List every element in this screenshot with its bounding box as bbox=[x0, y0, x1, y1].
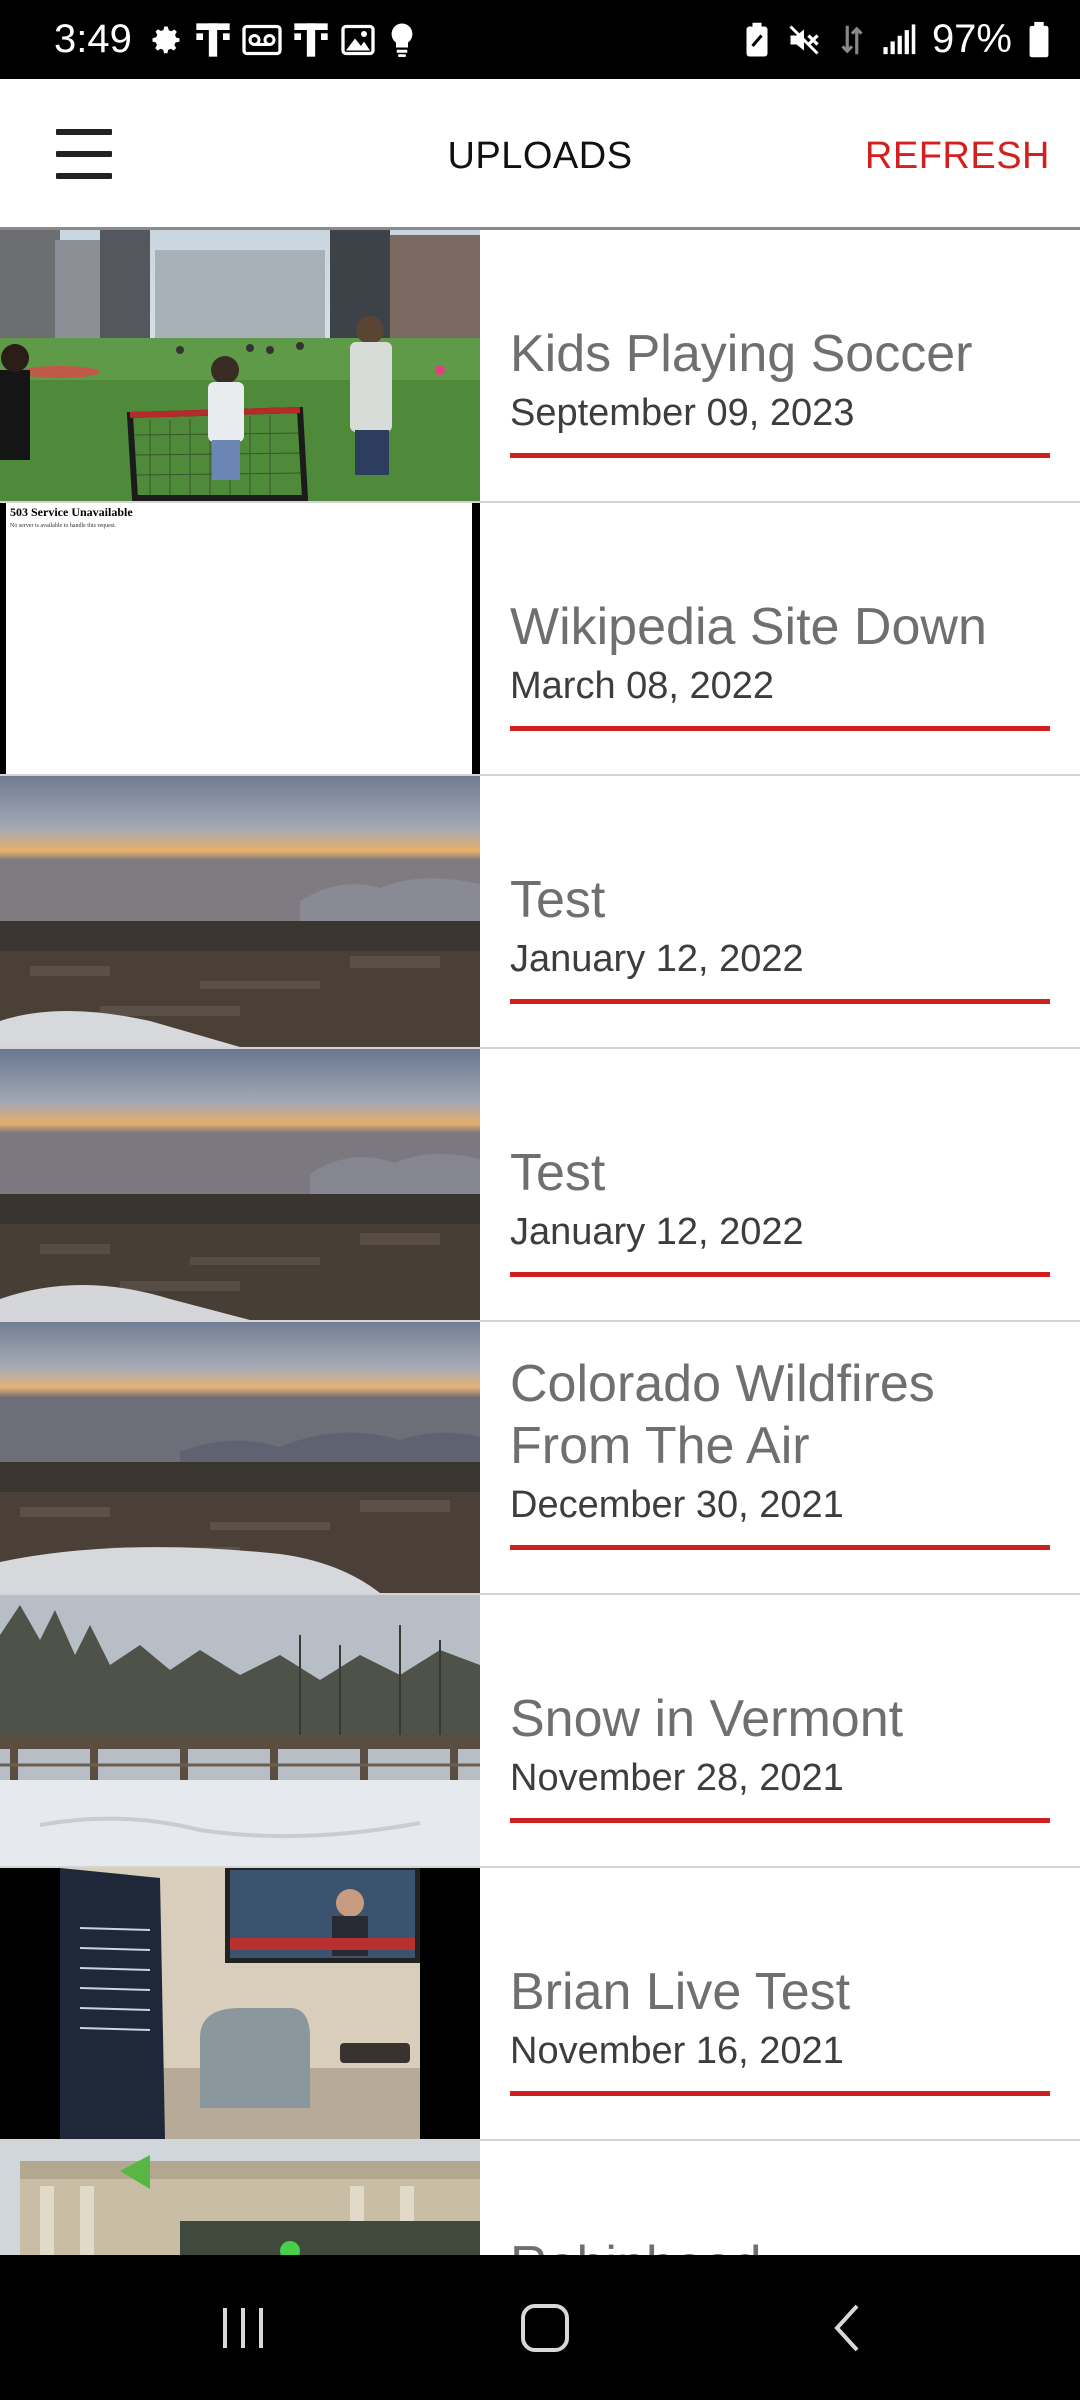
data-icon bbox=[838, 21, 866, 59]
tmobile-icon bbox=[196, 20, 230, 60]
upload-item[interactable]: Snow in Vermont November 28, 2021 bbox=[0, 1595, 1080, 1868]
bulb-icon bbox=[388, 22, 416, 58]
battery-saver-icon bbox=[744, 22, 770, 58]
recents-icon[interactable] bbox=[173, 2255, 313, 2400]
upload-title: Test bbox=[510, 1144, 606, 1202]
upload-title: Wikipedia Site Down bbox=[510, 598, 987, 656]
status-notification-icons bbox=[148, 0, 416, 79]
status-bar: 3:49 97% bbox=[0, 0, 1080, 79]
upload-underline bbox=[510, 2091, 1050, 2096]
upload-item[interactable]: Test January 12, 2022 bbox=[0, 776, 1080, 1049]
gallery-icon bbox=[340, 22, 376, 58]
video-thumbnail bbox=[0, 1322, 480, 1593]
back-icon[interactable] bbox=[777, 2255, 917, 2400]
upload-info: Wikipedia Site Down March 08, 2022 bbox=[510, 503, 1050, 774]
home-icon[interactable] bbox=[475, 2255, 615, 2400]
voicemail-icon bbox=[242, 22, 282, 58]
upload-title: Snow in Vermont bbox=[510, 1690, 904, 1748]
upload-info: Robinhood bbox=[510, 2141, 1050, 2255]
upload-info: Brian Live Test November 16, 2021 bbox=[510, 1868, 1050, 2139]
battery-icon bbox=[1028, 21, 1050, 59]
upload-item[interactable]: Robinhood bbox=[0, 2141, 1080, 2255]
navigation-bar bbox=[0, 2255, 1080, 2400]
upload-underline bbox=[510, 453, 1050, 458]
upload-info: Test January 12, 2022 bbox=[510, 776, 1050, 1047]
status-system-icons: 97% bbox=[744, 0, 1050, 79]
video-thumbnail bbox=[0, 2141, 480, 2255]
upload-item[interactable]: Kids Playing Soccer September 09, 2023 bbox=[0, 230, 1080, 503]
video-thumbnail bbox=[0, 776, 480, 1047]
video-thumbnail bbox=[0, 1049, 480, 1320]
upload-info: Snow in Vermont November 28, 2021 bbox=[510, 1595, 1050, 1866]
tmobile-icon bbox=[294, 20, 328, 60]
battery-percentage: 97% bbox=[931, 17, 1012, 61]
upload-date: December 30, 2021 bbox=[510, 1484, 844, 1526]
upload-underline bbox=[510, 999, 1050, 1004]
upload-date: March 08, 2022 bbox=[510, 665, 775, 707]
upload-underline bbox=[510, 1545, 1050, 1550]
video-thumbnail bbox=[0, 1595, 480, 1866]
mute-icon bbox=[786, 22, 822, 58]
upload-date: January 12, 2022 bbox=[510, 1211, 804, 1253]
upload-underline bbox=[510, 726, 1050, 731]
signal-icon bbox=[882, 23, 916, 57]
upload-info: Colorado Wildfires From The Air December… bbox=[510, 1322, 1050, 1593]
settings-icon bbox=[148, 22, 184, 58]
upload-info: Test January 12, 2022 bbox=[510, 1049, 1050, 1320]
upload-item[interactable]: 503 Service Unavailable No server is ava… bbox=[0, 503, 1080, 776]
upload-title: Kids Playing Soccer bbox=[510, 325, 973, 383]
thumbnail-heading: 503 Service Unavailable bbox=[10, 505, 133, 519]
upload-item[interactable]: Brian Live Test November 16, 2021 bbox=[0, 1868, 1080, 2141]
upload-underline bbox=[510, 1818, 1050, 1823]
video-thumbnail bbox=[0, 1868, 480, 2139]
video-thumbnail: 503 Service Unavailable No server is ava… bbox=[0, 503, 480, 774]
upload-title: Robinhood bbox=[510, 2234, 1050, 2255]
app-bar: UPLOADS REFRESH bbox=[0, 79, 1080, 230]
refresh-button[interactable]: REFRESH bbox=[865, 79, 1050, 227]
upload-title: Colorado Wildfires From The Air bbox=[510, 1355, 935, 1475]
upload-info: Kids Playing Soccer September 09, 2023 bbox=[510, 230, 1050, 501]
upload-underline bbox=[510, 1272, 1050, 1277]
upload-date: November 28, 2021 bbox=[510, 1757, 844, 1799]
thumbnail-text: No server is available to handle this re… bbox=[10, 523, 117, 529]
uploads-list[interactable]: Kids Playing Soccer September 09, 2023 5… bbox=[0, 230, 1080, 2255]
upload-title: Brian Live Test bbox=[510, 1963, 851, 2021]
video-thumbnail bbox=[0, 230, 480, 501]
upload-date: January 12, 2022 bbox=[510, 938, 804, 980]
status-time: 3:49 bbox=[54, 17, 132, 61]
upload-item[interactable]: Test January 12, 2022 bbox=[0, 1049, 1080, 1322]
upload-item[interactable]: Colorado Wildfires From The Air December… bbox=[0, 1322, 1080, 1595]
upload-date: November 16, 2021 bbox=[510, 2030, 844, 2072]
upload-title: Test bbox=[510, 871, 606, 929]
upload-date: September 09, 2023 bbox=[510, 392, 855, 434]
